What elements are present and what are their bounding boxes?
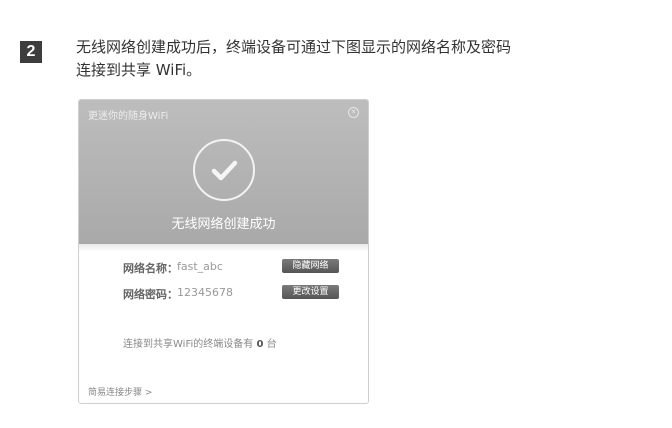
dialog-title: 更迷你的随身WiFi [88, 111, 169, 122]
password-value: 12345678 [177, 286, 233, 299]
connection-steps-link[interactable]: 简易连接步骤 > [88, 385, 152, 398]
connected-device-count: 连接到共享WiFi的终端设备有 0 台 [123, 335, 277, 350]
step-instruction: 无线网络创建成功后，终端设备可通过下图显示的网络名称及密码 连接到共享 WiFi… [76, 36, 666, 82]
checkmark-icon [211, 160, 238, 181]
step-instruction-line-1: 无线网络创建成功后，终端设备可通过下图显示的网络名称及密码 [76, 38, 512, 56]
wifi-success-dialog: 更迷你的随身WiFi ✕ 无线网络创建成功 网络名称： fast_abc 隐藏网… [78, 99, 369, 404]
step-instruction-line-2: 连接到共享 WiFi。 [76, 61, 202, 79]
success-message: 无线网络创建成功 [171, 217, 276, 232]
password-label: 网络密码： [123, 288, 178, 301]
hide-network-button[interactable]: 隐藏网络 [282, 259, 339, 273]
device-count-prefix: 连接到共享WiFi的终端设备有 [123, 339, 254, 350]
close-icon[interactable]: ✕ [348, 107, 359, 118]
header-shadow [79, 244, 368, 252]
network-name-value: fast_abc [177, 260, 223, 273]
change-settings-button[interactable]: 更改设置 [282, 285, 339, 299]
network-name-label: 网络名称： [123, 262, 178, 275]
dialog-header-panel: 更迷你的随身WiFi ✕ 无线网络创建成功 [79, 100, 368, 245]
step-number-badge: 2 [20, 41, 42, 63]
device-count-suffix: 台 [266, 339, 277, 350]
device-count-number: 0 [256, 339, 264, 350]
checkmark-circle-icon [193, 139, 255, 201]
